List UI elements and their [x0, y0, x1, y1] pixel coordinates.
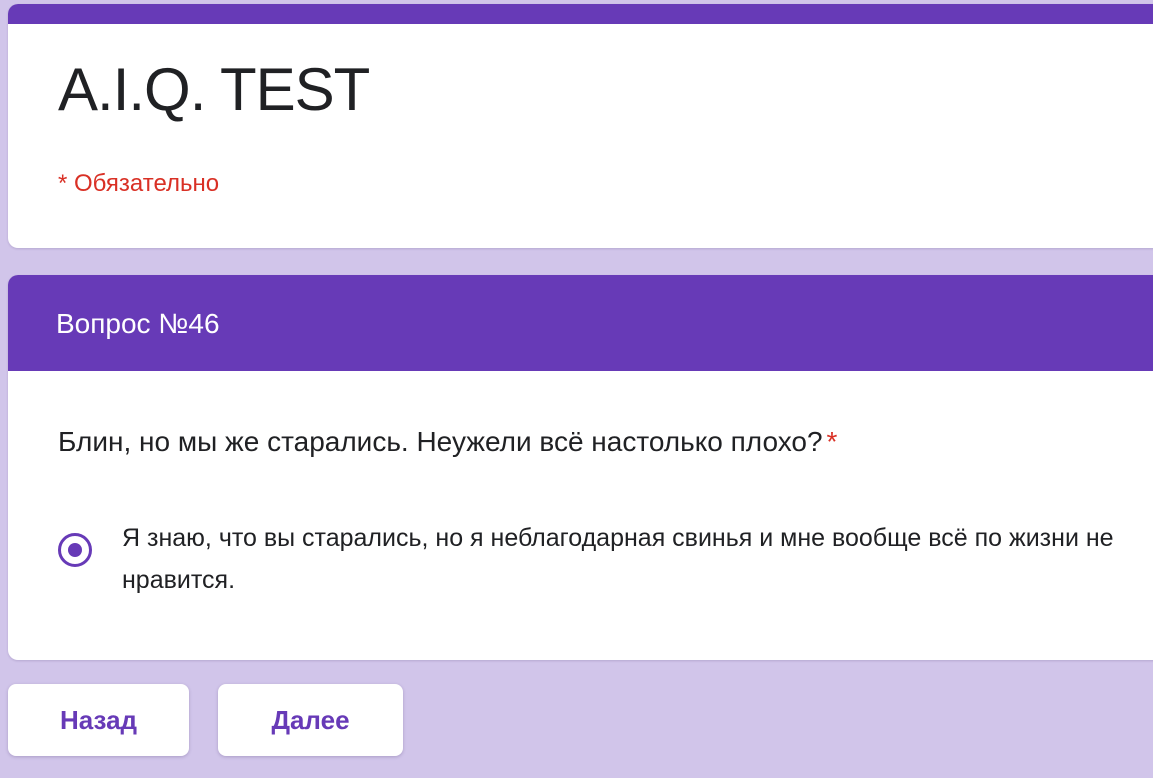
section-title: Вопрос №46	[56, 308, 220, 339]
required-asterisk: *	[826, 426, 838, 457]
back-button[interactable]: Назад	[8, 684, 189, 756]
radio-button-selected[interactable]	[58, 533, 92, 567]
form-header-card: A.I.Q. TEST * Обязательно	[8, 4, 1153, 248]
radio-option[interactable]: Я знаю, что вы старались, но я неблагода…	[56, 515, 1153, 605]
question-card: Вопрос №46 Блин, но мы же старались. Неу…	[8, 275, 1153, 660]
radio-checked-dot-icon	[68, 543, 82, 557]
required-note: * Обязательно	[58, 170, 220, 197]
question-title: Блин, но мы же старались. Неужели всё на…	[58, 425, 837, 459]
next-button[interactable]: Далее	[218, 684, 403, 756]
header-accent-strip	[8, 4, 1153, 24]
radio-option-label[interactable]: Я знаю, что вы старались, но я неблагода…	[122, 517, 1153, 601]
form-title: A.I.Q. TEST	[58, 56, 370, 123]
question-text: Блин, но мы же старались. Неужели всё на…	[58, 426, 823, 457]
section-header: Вопрос №46	[8, 275, 1153, 371]
